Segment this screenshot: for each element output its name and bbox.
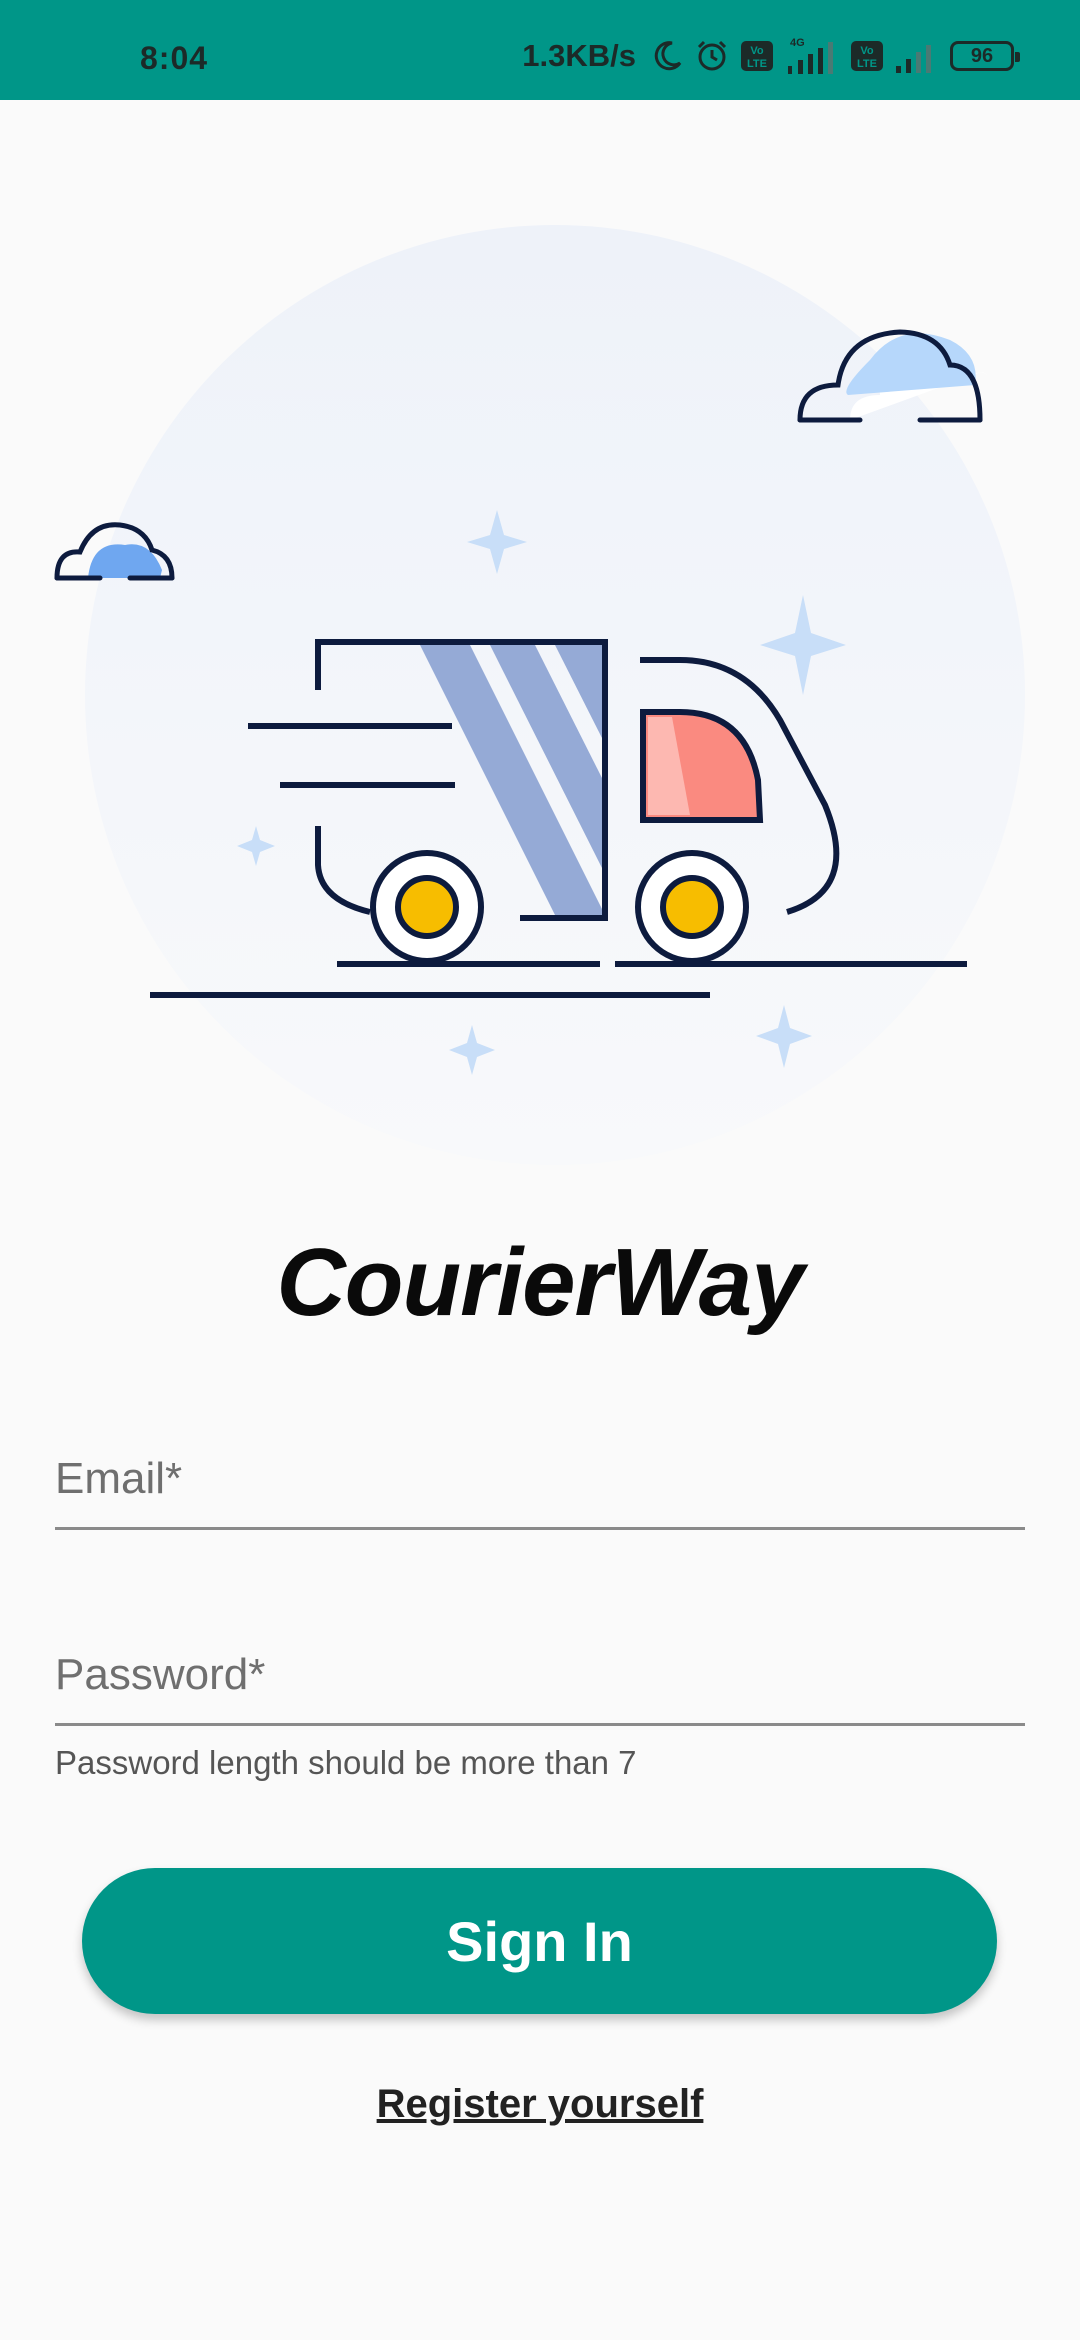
network-speed: 1.3KB/s (522, 38, 636, 73)
alarm-icon (694, 38, 730, 74)
svg-text:4G: 4G (790, 37, 805, 49)
status-bar: 8:04 1.3KB/s Vo LTE 4G Vo LTE 96 (0, 0, 1080, 100)
delivery-truck-illustration (54, 225, 1025, 1165)
status-time: 8:04 (140, 40, 209, 76)
svg-text:LTE: LTE (747, 58, 767, 70)
register-link[interactable]: Register yourself (377, 2082, 704, 2126)
signal-icon (894, 38, 940, 74)
svg-text:Vo: Vo (750, 45, 764, 57)
battery-icon: 96 (950, 41, 1020, 71)
volte-icon: Vo LTE (740, 40, 774, 72)
svg-text:Vo: Vo (860, 45, 874, 57)
register-link-container: Register yourself (0, 2082, 1080, 2127)
app-title: CourierWay (276, 1229, 804, 1336)
sign-in-button[interactable]: Sign In (82, 1868, 997, 2014)
svg-text:LTE: LTE (857, 58, 877, 70)
moon-icon (650, 39, 684, 73)
signal-4g-icon: 4G (784, 36, 840, 76)
volte-icon: Vo LTE (850, 40, 884, 72)
wheel-icon (370, 850, 484, 964)
password-field[interactable] (55, 1616, 1025, 1726)
email-field[interactable] (55, 1420, 1025, 1530)
email-field-container (55, 1420, 1025, 1532)
password-field-container (55, 1616, 1025, 1728)
wheel-icon (635, 850, 749, 964)
status-icons: 1.3KB/s Vo LTE 4G Vo LTE 96 (522, 36, 1020, 76)
password-helper-text: Password length should be more than 7 (55, 1744, 637, 1781)
